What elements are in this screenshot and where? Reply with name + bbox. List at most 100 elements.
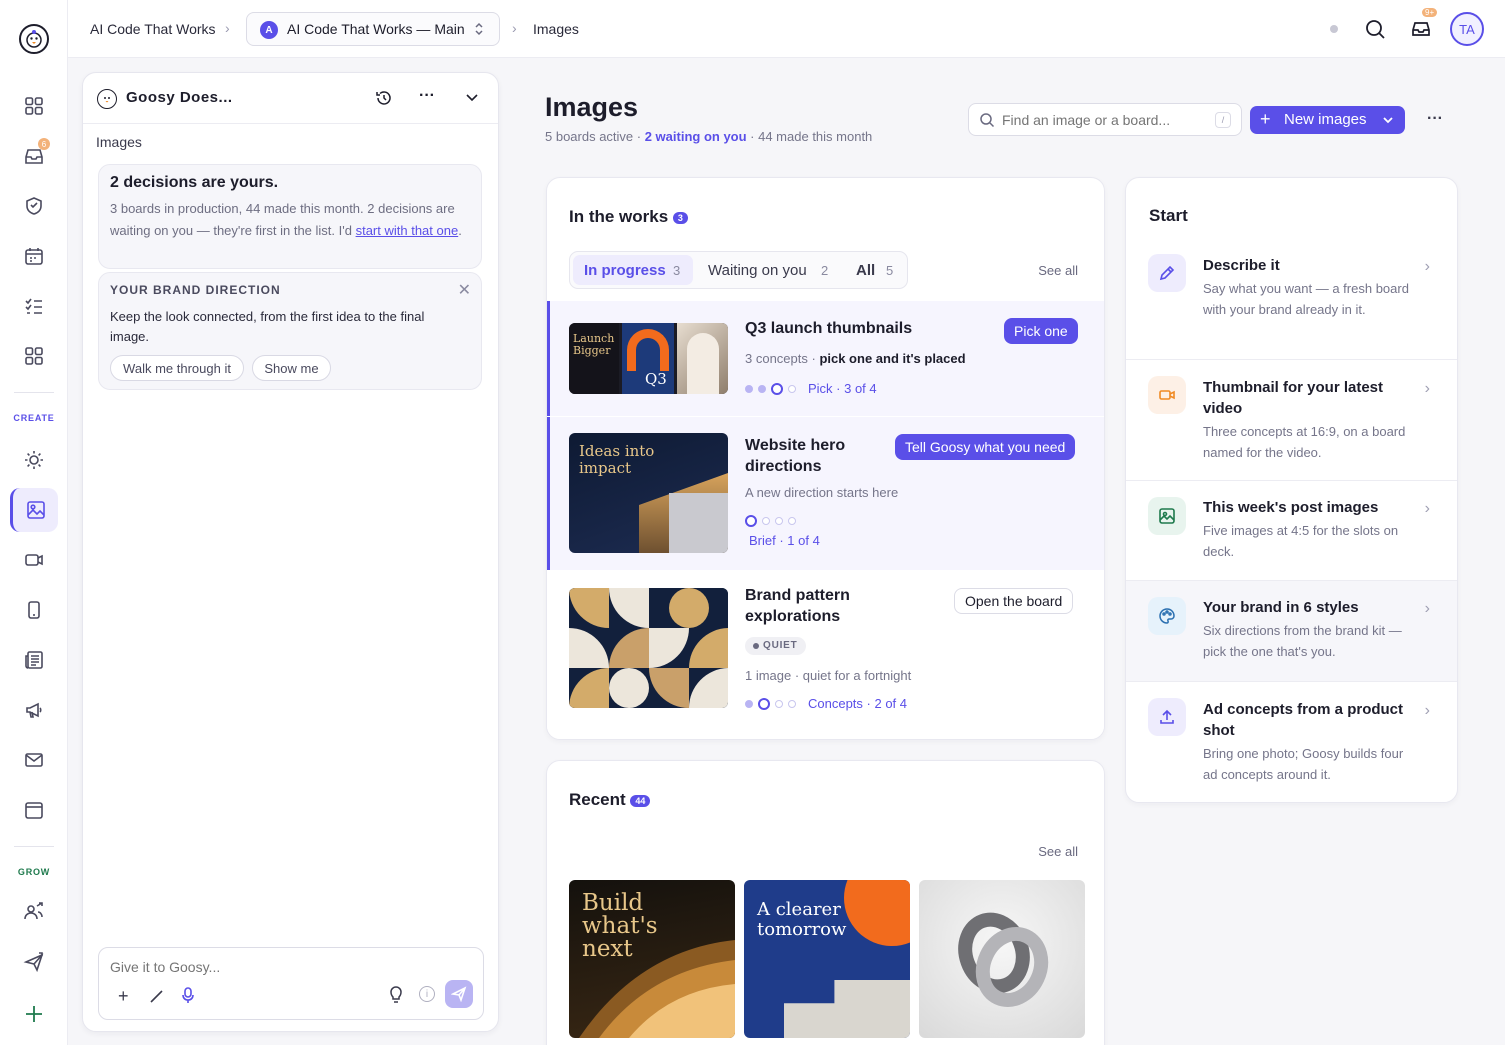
start-item[interactable]: Thumbnail for your latest video Three co… xyxy=(1126,359,1457,480)
item-title: Brand pattern explorations xyxy=(745,587,850,625)
workspace-switcher[interactable]: A AI Code That Works — Main xyxy=(246,12,500,46)
magic-wand-icon[interactable] xyxy=(149,988,165,1007)
chevron-right-icon: › xyxy=(1424,500,1430,517)
page-title: Images xyxy=(545,92,639,122)
start-item[interactable]: Your brand in 6 styles Six directions fr… xyxy=(1126,580,1457,681)
start-item-title: Your brand in 6 styles xyxy=(1203,599,1359,616)
start-item-desc: Six directions from the brand kit — pick… xyxy=(1203,623,1402,659)
image-icon xyxy=(1148,497,1186,535)
tab-count: 3 xyxy=(673,263,681,278)
tab-count: 5 xyxy=(886,263,894,278)
works-item[interactable]: Ideas into impact Website hero direction… xyxy=(547,417,1104,570)
recent-image[interactable]: A clearer tomorrow xyxy=(744,880,910,1038)
grow-section-label: GROW xyxy=(17,867,51,877)
chevron-right-icon: › xyxy=(512,20,517,36)
tab-count: 2 xyxy=(821,263,829,278)
search-icon[interactable] xyxy=(1364,18,1386,43)
left-rail: 6 CREATE GROW xyxy=(0,0,68,1045)
calendar-icon[interactable] xyxy=(10,234,58,278)
decision-link[interactable]: start with that one xyxy=(356,223,459,238)
goose-logo-icon[interactable] xyxy=(19,24,49,54)
goosy-avatar-icon xyxy=(97,89,117,109)
more-options-icon[interactable]: ··· xyxy=(419,87,435,105)
workspace-name: AI Code That Works — Main xyxy=(287,21,465,37)
start-item[interactable]: Describe it Say what you want — a fresh … xyxy=(1126,240,1457,359)
search-input[interactable] xyxy=(1002,110,1202,130)
item-step: Concepts · 2 of 4 xyxy=(808,696,907,711)
breadcrumb-root[interactable]: AI Code That Works xyxy=(90,21,216,37)
dashboard-grid-icon[interactable] xyxy=(10,84,58,128)
breadcrumb-page[interactable]: Images xyxy=(533,21,579,37)
open-board-button[interactable]: Open the board xyxy=(954,588,1074,614)
quiet-tag-label: QUIET xyxy=(763,640,798,651)
new-images-button[interactable]: + New images xyxy=(1250,106,1405,134)
sparkle-sun-icon[interactable] xyxy=(10,438,58,482)
recent-see-all-link[interactable]: See all xyxy=(1038,844,1078,859)
subtitle-made: · 44 made this month xyxy=(746,129,873,144)
audience-growth-icon[interactable] xyxy=(10,890,58,934)
browser-window-icon[interactable] xyxy=(10,788,58,832)
item-title: Website hero directions xyxy=(745,437,846,475)
works-item[interactable]: Launch Bigger Q3 Q3 launch thumbnails 3 … xyxy=(547,301,1104,416)
images-nav-icon[interactable] xyxy=(10,488,58,532)
apps-grid-icon[interactable] xyxy=(10,334,58,378)
user-avatar[interactable]: TA xyxy=(1450,12,1484,46)
megaphone-icon[interactable] xyxy=(10,688,58,732)
microphone-icon[interactable] xyxy=(181,986,195,1007)
lightbulb-icon[interactable] xyxy=(389,986,403,1007)
add-plus-icon[interactable] xyxy=(10,992,58,1036)
assistant-panel: Goosy Does... ··· Images 2 decisions are… xyxy=(82,72,499,1032)
recent-image[interactable] xyxy=(919,880,1085,1038)
item-meta: A new direction starts here xyxy=(745,485,899,500)
works-item[interactable]: Brand pattern explorations QUIET 1 image… xyxy=(547,571,1104,736)
close-icon[interactable]: ✕ xyxy=(458,280,471,300)
tab-in-progress[interactable]: In progress 3 xyxy=(573,255,693,285)
tell-goosy-button[interactable]: Tell Goosy what you need xyxy=(895,434,1076,460)
decision-end: . xyxy=(458,223,462,238)
send-button[interactable] xyxy=(445,980,473,1008)
tab-all[interactable]: All 5 xyxy=(848,255,904,285)
newspaper-icon[interactable] xyxy=(10,638,58,682)
page-more-icon[interactable]: ··· xyxy=(1427,110,1443,128)
palette-icon xyxy=(1148,597,1186,635)
inbox-icon[interactable]: 9+ xyxy=(1410,8,1438,43)
video-nav-icon[interactable] xyxy=(10,538,58,582)
subtitle-boards: 5 boards active · xyxy=(545,129,645,144)
subtitle-waiting-link[interactable]: 2 waiting on you xyxy=(645,129,747,144)
chat-input[interactable] xyxy=(110,956,450,978)
start-item-desc: Three concepts at 16:9, on a board named… xyxy=(1203,424,1406,460)
add-attachment-icon[interactable]: + xyxy=(118,986,129,1007)
chevron-down-icon[interactable] xyxy=(465,90,479,107)
checklist-icon[interactable] xyxy=(10,284,58,328)
quiet-tag: QUIET xyxy=(745,637,806,655)
inbox-tray-icon[interactable]: 6 xyxy=(10,134,58,178)
status-dot xyxy=(1330,25,1338,33)
chevron-down-icon xyxy=(1382,114,1394,129)
pick-one-button[interactable]: Pick one xyxy=(1004,318,1078,344)
send-plane-icon[interactable] xyxy=(10,940,58,984)
works-see-all-link[interactable]: See all xyxy=(1038,263,1078,278)
thumb-caption: Launch Bigger xyxy=(573,332,615,357)
rail-divider xyxy=(14,846,54,847)
shield-heart-icon[interactable] xyxy=(10,184,58,228)
start-item[interactable]: This week's post images Five images at 4… xyxy=(1126,480,1457,580)
start-item-desc: Bring one photo; Goosy builds four ad co… xyxy=(1203,746,1404,782)
works-title-text: In the works xyxy=(569,207,669,226)
mail-icon[interactable] xyxy=(10,738,58,782)
info-icon[interactable]: i xyxy=(419,986,435,1002)
mobile-icon[interactable] xyxy=(10,588,58,632)
start-item-title: This week's post images xyxy=(1203,499,1379,516)
show-me-button[interactable]: Show me xyxy=(252,355,331,381)
works-tabs: In progress 3 Waiting on you 2 All 5 xyxy=(569,251,908,289)
start-item[interactable]: Ad concepts from a product shot Bring on… xyxy=(1126,681,1457,802)
recent-image[interactable]: Build what's next xyxy=(569,880,735,1038)
panel-divider xyxy=(83,123,498,124)
brand-text: Keep the look connected, from the first … xyxy=(110,309,425,344)
chat-composer: + i xyxy=(98,947,484,1020)
walk-me-through-button[interactable]: Walk me through it xyxy=(110,355,244,381)
history-icon[interactable] xyxy=(375,89,393,110)
start-item-desc: Say what you want — a fresh board with y… xyxy=(1203,281,1409,317)
upload-icon xyxy=(1148,698,1186,736)
thumb-caption: Q3 xyxy=(645,370,667,388)
tab-waiting-on-you[interactable]: Waiting on you 2 xyxy=(700,255,834,285)
